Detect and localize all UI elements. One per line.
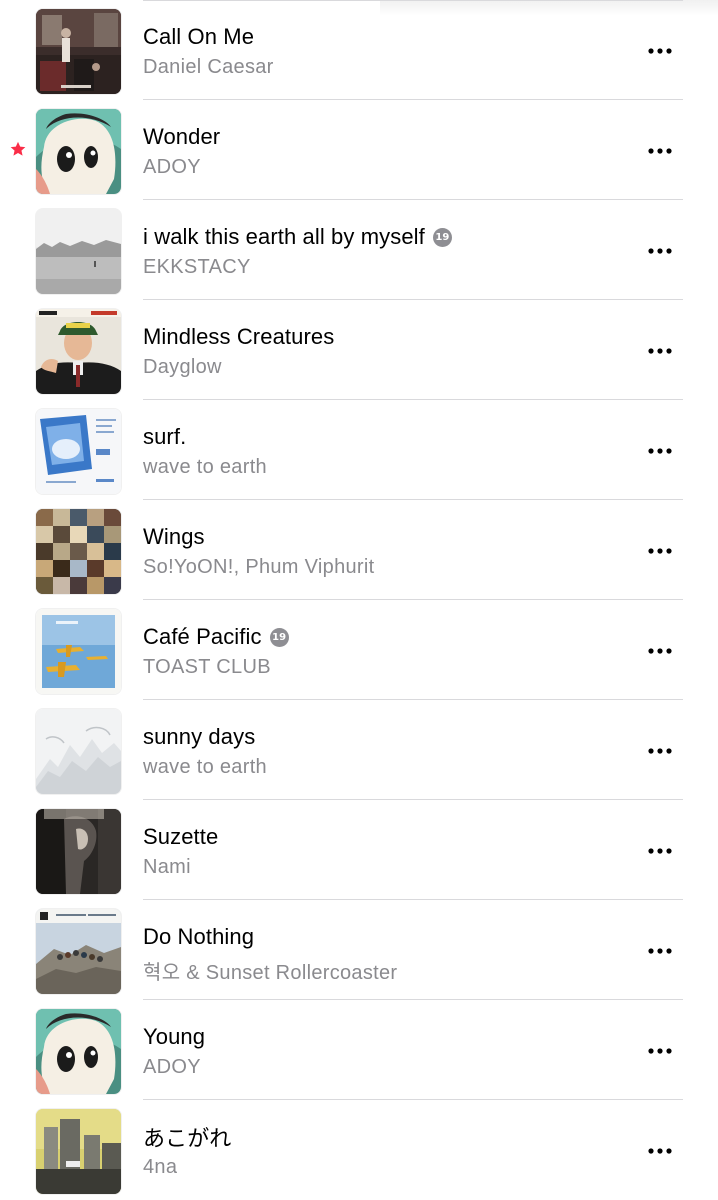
song-text: sunny days wave to earth xyxy=(143,724,638,779)
song-text: Call On Me Daniel Caesar xyxy=(143,24,638,79)
song-artist: TOAST CLUB xyxy=(143,656,271,678)
more-options-button[interactable] xyxy=(640,136,680,166)
ellipsis-icon xyxy=(648,1048,672,1054)
song-artist: ADOY xyxy=(143,1056,201,1078)
ellipsis-icon xyxy=(648,48,672,54)
song-text: i walk this earth all by myself 19 EKKST… xyxy=(143,224,638,279)
song-row[interactable]: i walk this earth all by myself 19 EKKST… xyxy=(0,200,718,300)
cafe-pacific-artwork xyxy=(36,609,121,694)
song-text: surf. wave to earth xyxy=(143,424,638,479)
song-row[interactable]: Wings So!YoON!, Phum Viphurit xyxy=(0,500,718,600)
ellipsis-icon xyxy=(648,548,672,554)
song-artist: wave to earth xyxy=(143,456,267,478)
more-options-button[interactable] xyxy=(640,1036,680,1066)
song-text: Do Nothing 혁오 & Sunset Rollercoaster xyxy=(143,924,638,985)
song-artist: EKKSTACY xyxy=(143,256,251,278)
song-title: Call On Me xyxy=(143,24,255,49)
surf-artwork xyxy=(36,409,121,494)
ellipsis-icon xyxy=(648,848,672,854)
more-options-button[interactable] xyxy=(640,936,680,966)
song-title: Mindless Creatures xyxy=(143,324,335,349)
ekkstacy-artwork xyxy=(36,209,121,294)
song-artist: Dayglow xyxy=(143,356,222,378)
ellipsis-icon xyxy=(648,948,672,954)
more-options-button[interactable] xyxy=(640,636,680,666)
more-options-button[interactable] xyxy=(640,236,680,266)
song-row[interactable]: Café Pacific 19 TOAST CLUB xyxy=(0,600,718,700)
more-options-button[interactable] xyxy=(640,536,680,566)
song-title: i walk this earth all by myself xyxy=(143,224,425,249)
song-artist: 4na xyxy=(143,1156,178,1178)
more-options-button[interactable] xyxy=(640,336,680,366)
ellipsis-icon xyxy=(648,248,672,254)
song-row[interactable]: sunny days wave to earth xyxy=(0,700,718,800)
adoy-artwork xyxy=(36,1009,121,1094)
ellipsis-icon xyxy=(648,648,672,654)
song-artist: wave to earth xyxy=(143,756,267,778)
more-options-button[interactable] xyxy=(640,836,680,866)
song-text: Young ADOY xyxy=(143,1024,638,1079)
explicit-badge: 19 xyxy=(432,227,452,247)
song-artist: Nami xyxy=(143,856,191,878)
favorite-star-icon xyxy=(10,141,26,156)
ellipsis-icon xyxy=(648,348,672,354)
song-title: Wonder xyxy=(143,124,221,149)
ellipsis-icon xyxy=(648,148,672,154)
song-title: Suzette xyxy=(143,824,219,849)
song-title: あこがれ xyxy=(143,1126,232,1151)
song-text: Wings So!YoON!, Phum Viphurit xyxy=(143,524,638,579)
song-row[interactable]: Do Nothing 혁오 & Sunset Rollercoaster xyxy=(0,900,718,1000)
song-row[interactable]: Young ADOY xyxy=(0,1000,718,1100)
more-options-button[interactable] xyxy=(640,436,680,466)
explicit-badge: 19 xyxy=(269,627,289,647)
more-options-button[interactable] xyxy=(640,36,680,66)
ellipsis-icon xyxy=(648,448,672,454)
song-title: Young xyxy=(143,1024,206,1049)
ellipsis-icon xyxy=(648,748,672,754)
song-title: Do Nothing xyxy=(143,924,255,949)
song-row[interactable]: Suzette Nami xyxy=(0,800,718,900)
song-title: sunny days xyxy=(143,724,256,749)
song-row[interactable]: Call On Me Daniel Caesar xyxy=(0,0,718,100)
adoy-artwork xyxy=(36,109,121,194)
ellipsis-icon xyxy=(648,1148,672,1154)
suzette-artwork xyxy=(36,809,121,894)
song-row[interactable]: あこがれ 4na xyxy=(0,1100,718,1200)
song-artist: Daniel Caesar xyxy=(143,56,274,78)
dayglow-artwork xyxy=(36,309,121,394)
song-artist: So!YoON!, Phum Viphurit xyxy=(143,556,375,578)
sunny-days-artwork xyxy=(36,709,121,794)
song-text: Suzette Nami xyxy=(143,824,638,879)
akogare-artwork xyxy=(36,1109,121,1194)
call-on-me-artwork xyxy=(36,9,121,94)
song-row[interactable]: Mindless Creatures Dayglow xyxy=(0,300,718,400)
do-nothing-artwork xyxy=(36,909,121,994)
more-options-button[interactable] xyxy=(640,736,680,766)
song-title: surf. xyxy=(143,424,187,449)
song-artist: 혁오 & Sunset Rollercoaster xyxy=(143,962,398,984)
song-title: Wings xyxy=(143,524,205,549)
song-row[interactable]: surf. wave to earth xyxy=(0,400,718,500)
more-options-button[interactable] xyxy=(640,1136,680,1166)
wings-artwork xyxy=(36,509,121,594)
song-text: Café Pacific 19 TOAST CLUB xyxy=(143,624,638,679)
song-artist: ADOY xyxy=(143,156,201,178)
song-title: Café Pacific xyxy=(143,624,262,649)
song-list: Call On Me Daniel Caesar Wonder ADOY i w… xyxy=(0,0,718,1200)
song-row[interactable]: Wonder ADOY xyxy=(0,100,718,200)
song-text: あこがれ 4na xyxy=(143,1124,638,1179)
song-text: Wonder ADOY xyxy=(143,124,638,179)
song-text: Mindless Creatures Dayglow xyxy=(143,324,638,379)
